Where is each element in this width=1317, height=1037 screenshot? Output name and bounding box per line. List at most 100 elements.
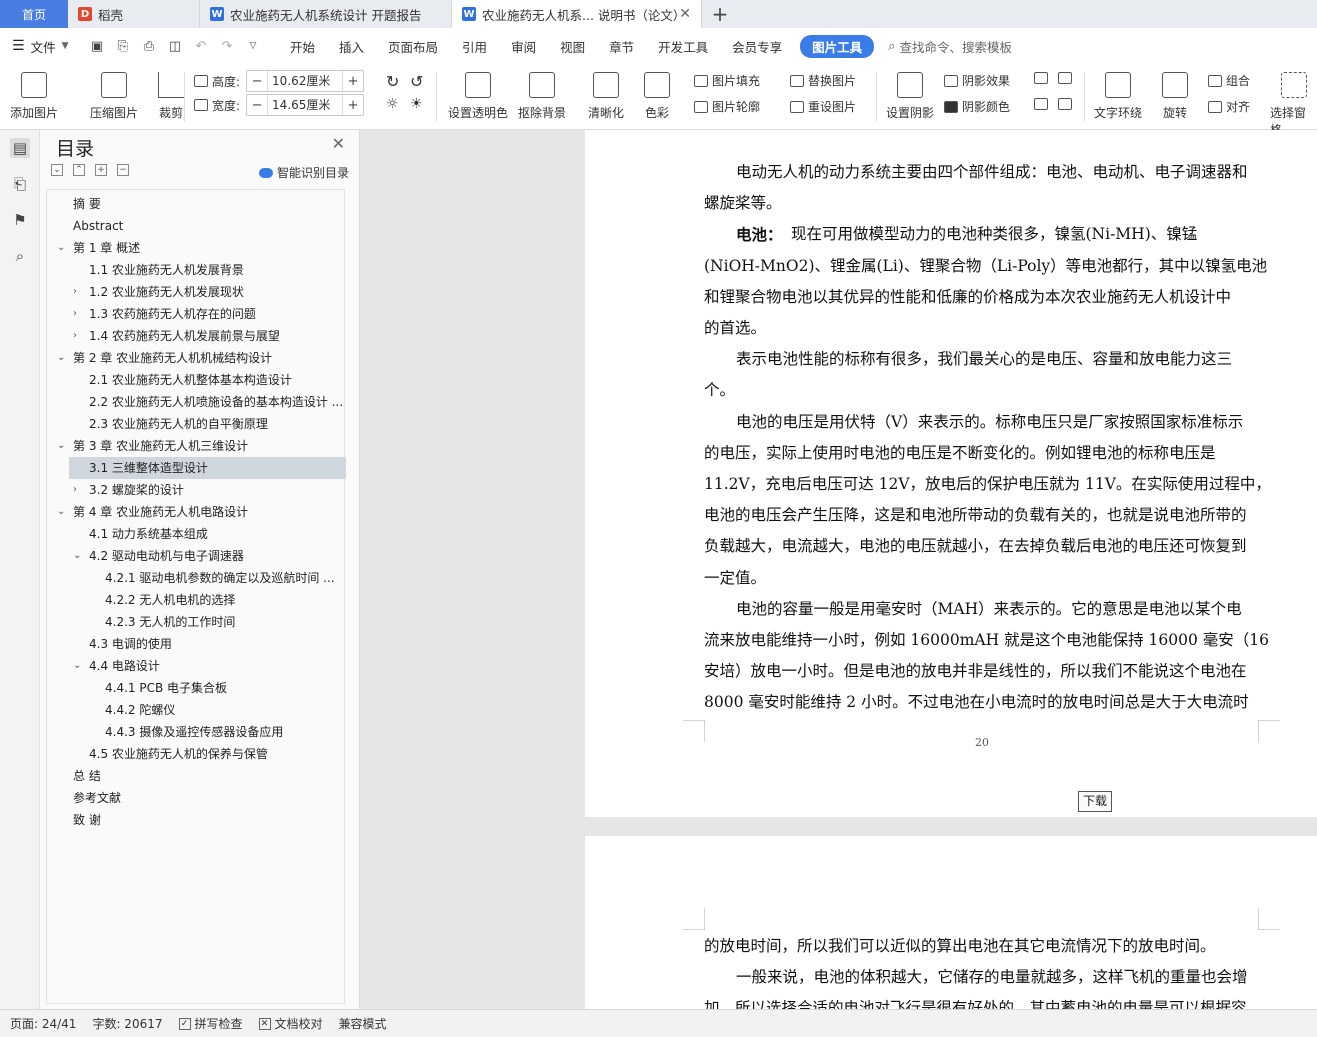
menu-insert[interactable]: 插入: [327, 37, 376, 56]
remove-background-button[interactable]: 抠除背景: [518, 72, 566, 121]
tab-docer[interactable]: D 稻壳: [68, 0, 200, 28]
brightness-increase-icon[interactable]: ☼: [386, 96, 399, 112]
toc-item[interactable]: Abstract: [47, 215, 346, 237]
menu-picture-tools[interactable]: 图片工具: [800, 34, 875, 58]
chevron-down-icon[interactable]: ⌄: [57, 347, 69, 369]
chevron-right-icon[interactable]: ›: [73, 303, 85, 325]
search-icon[interactable]: ⌕: [10, 246, 30, 266]
chevron-down-icon[interactable]: ⌄: [73, 545, 85, 567]
file-menu-button[interactable]: ☰ 文件 ▼: [0, 37, 84, 56]
toc-item[interactable]: › 1.2 农业施药无人机发展现状: [47, 281, 346, 303]
chevron-right-icon[interactable]: ›: [73, 281, 85, 303]
reset-picture-button[interactable]: 重设图片: [790, 98, 856, 115]
add-heading-icon[interactable]: +: [95, 164, 107, 176]
toc-item[interactable]: ⌄ 第 2 章 农业施药无人机机械结构设计: [47, 347, 346, 369]
picture-outline-button[interactable]: 图片轮廓: [694, 98, 760, 115]
command-search[interactable]: ⌕ 查找命令、搜索模板: [888, 37, 1012, 56]
width-increase-button[interactable]: +: [343, 98, 363, 113]
toc-item[interactable]: ⌄ 第 3 章 农业施药无人机三维设计: [47, 435, 346, 457]
text-wrap-button[interactable]: 文字环绕: [1094, 72, 1142, 121]
toc-item[interactable]: 4.2.2 无人机电机的选择: [47, 589, 346, 611]
shadow-nudge-left-icon[interactable]: [1034, 98, 1052, 110]
tab-thesis-active[interactable]: W 农业施药无人机系... 说明书（论文） ✕: [452, 0, 702, 28]
collapse-all-icon[interactable]: ⌃: [73, 164, 85, 176]
smart-toc-button[interactable]: 智能识别目录: [258, 164, 349, 181]
expand-all-icon[interactable]: ⌄: [51, 164, 63, 176]
chapter-pane-icon[interactable]: ⎗: [10, 174, 30, 194]
selection-pane-button[interactable]: 选择窗格: [1270, 72, 1317, 138]
print-icon[interactable]: ⎙: [136, 39, 162, 54]
toc-item[interactable]: 4.2.1 驱动电机参数的确定以及巡航时间 ...: [47, 567, 346, 589]
download-button[interactable]: 下载: [1078, 791, 1112, 812]
crop-button[interactable]: 裁剪: [158, 72, 184, 121]
export-icon[interactable]: ⎘: [110, 39, 136, 54]
toc-item[interactable]: 2.3 农业施药无人机的自平衡原理: [47, 413, 346, 435]
toc-item[interactable]: 4.2.3 无人机的工作时间: [47, 611, 346, 633]
menu-page-layout[interactable]: 页面布局: [376, 37, 450, 56]
toc-item[interactable]: ⌄ 第 1 章 概述: [47, 237, 346, 259]
compress-picture-button[interactable]: 压缩图片: [90, 72, 138, 121]
height-increase-button[interactable]: +: [343, 74, 363, 89]
customize-toolbar-icon[interactable]: ▽: [240, 41, 266, 51]
height-decrease-button[interactable]: −: [247, 74, 267, 89]
chevron-right-icon[interactable]: ›: [73, 325, 85, 347]
set-shadow-button[interactable]: 设置阴影: [886, 72, 934, 121]
toc-item[interactable]: ⌄ 4.2 驱动电动机与电子调速器: [47, 545, 346, 567]
toc-item[interactable]: 摘 要: [47, 193, 346, 215]
toc-item[interactable]: 4.3 电调的使用: [47, 633, 346, 655]
toc-item[interactable]: 致 谢: [47, 809, 346, 831]
width-decrease-button[interactable]: −: [247, 98, 267, 113]
bookmark-icon[interactable]: ⚑: [10, 210, 30, 230]
width-input[interactable]: 14.65厘米: [267, 95, 344, 115]
undo-icon[interactable]: ↶: [188, 39, 214, 54]
menu-references[interactable]: 引用: [450, 37, 499, 56]
toc-item[interactable]: 2.1 农业施药无人机整体基本构造设计: [47, 369, 346, 391]
toc-item[interactable]: 4.4.2 陀螺仪: [47, 699, 346, 721]
toc-pane-icon[interactable]: ▤: [10, 138, 30, 158]
chevron-right-icon[interactable]: ›: [73, 479, 85, 501]
toc-item[interactable]: 4.4.3 摄像及遥控传感器设备应用: [47, 721, 346, 743]
tab-home[interactable]: 首页: [0, 0, 68, 28]
menu-view[interactable]: 视图: [548, 37, 597, 56]
menu-sections[interactable]: 章节: [597, 37, 646, 56]
toc-item[interactable]: › 3.2 螺旋桨的设计: [47, 479, 346, 501]
word-count[interactable]: 字数: 20617: [92, 1015, 162, 1032]
group-button[interactable]: 组合: [1208, 72, 1250, 89]
set-transparent-color-button[interactable]: 设置透明色: [448, 72, 508, 121]
menu-developer[interactable]: 开发工具: [646, 37, 720, 56]
new-tab-button[interactable]: +: [702, 0, 738, 28]
chevron-down-icon[interactable]: ⌄: [57, 237, 69, 259]
toc-item[interactable]: 参考文献: [47, 787, 346, 809]
toc-item[interactable]: 3.1 三维整体造型设计: [69, 457, 346, 479]
toc-item[interactable]: › 1.4 农药施药无人机发展前景与展望: [47, 325, 346, 347]
shadow-nudge-down-icon[interactable]: [1058, 72, 1076, 84]
toc-item[interactable]: 2.2 农业施药无人机喷施设备的基本构造设计 ...: [47, 391, 346, 413]
spell-check-button[interactable]: ✓ 拼写检查: [178, 1015, 243, 1032]
brightness-decrease-icon[interactable]: ☀: [410, 96, 423, 112]
width-spinner[interactable]: − 14.65厘米 +: [246, 94, 365, 116]
rotate-right-icon[interactable]: ↺: [410, 72, 423, 91]
print-preview-icon[interactable]: ◫: [162, 39, 188, 54]
menu-review[interactable]: 审阅: [499, 37, 548, 56]
toc-item[interactable]: 4.4.1 PCB 电子集合板: [47, 677, 346, 699]
chevron-down-icon[interactable]: ⌄: [57, 435, 69, 457]
shadow-color-button[interactable]: 阴影颜色: [944, 98, 1010, 115]
remove-heading-icon[interactable]: −: [117, 164, 129, 176]
toc-item[interactable]: 1.1 农业施药无人机发展背景: [47, 259, 346, 281]
color-button[interactable]: 色彩: [644, 72, 670, 121]
tab-report[interactable]: W 农业施药无人机系统设计 开题报告: [200, 0, 452, 28]
close-icon[interactable]: ✕: [332, 134, 345, 153]
close-tab-icon[interactable]: ✕: [679, 6, 691, 22]
menu-home[interactable]: 开始: [278, 37, 327, 56]
height-spinner[interactable]: − 10.62厘米 +: [246, 70, 365, 92]
toc-item[interactable]: 4.5 农业施药无人机的保养与保管: [47, 743, 346, 765]
shadow-effect-button[interactable]: 阴影效果: [944, 72, 1010, 89]
height-input[interactable]: 10.62厘米: [267, 71, 344, 91]
toc-item[interactable]: 4.1 动力系统基本组成: [47, 523, 346, 545]
menu-member[interactable]: 会员专享: [720, 37, 794, 56]
toc-item[interactable]: 总 结: [47, 765, 346, 787]
save-icon[interactable]: ▣: [84, 39, 110, 54]
clarify-button[interactable]: 清晰化: [588, 72, 624, 121]
picture-fill-button[interactable]: 图片填充: [694, 72, 760, 89]
rotate-button[interactable]: 旋转: [1162, 72, 1188, 121]
